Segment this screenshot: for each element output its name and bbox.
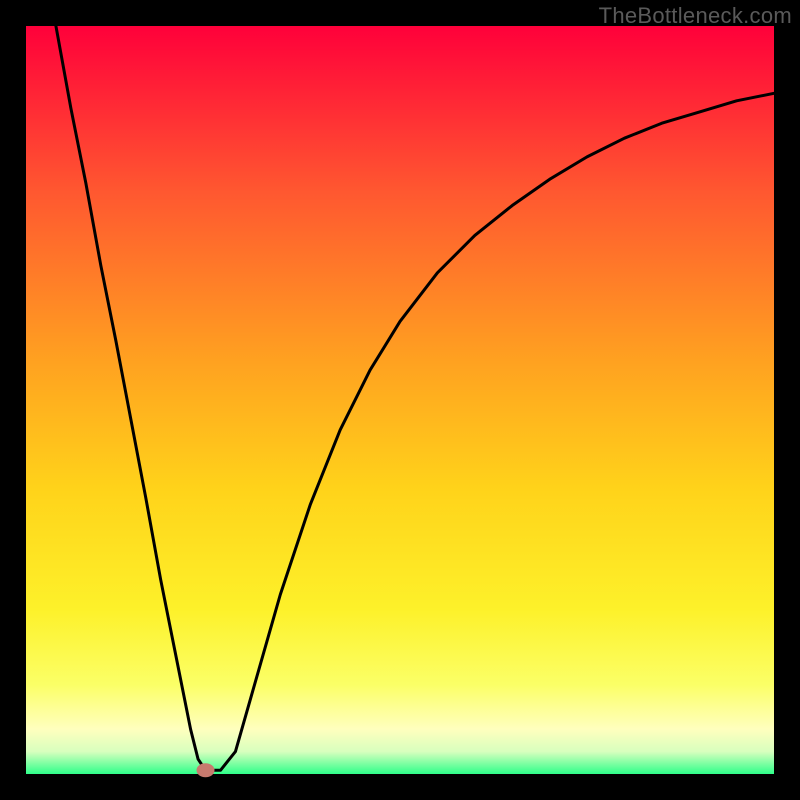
minimum-marker [197, 763, 215, 777]
watermark-text: TheBottleneck.com [599, 3, 792, 29]
chart-container: TheBottleneck.com [0, 0, 800, 800]
bottleneck-chart [0, 0, 800, 800]
chart-plot-area [26, 26, 774, 774]
